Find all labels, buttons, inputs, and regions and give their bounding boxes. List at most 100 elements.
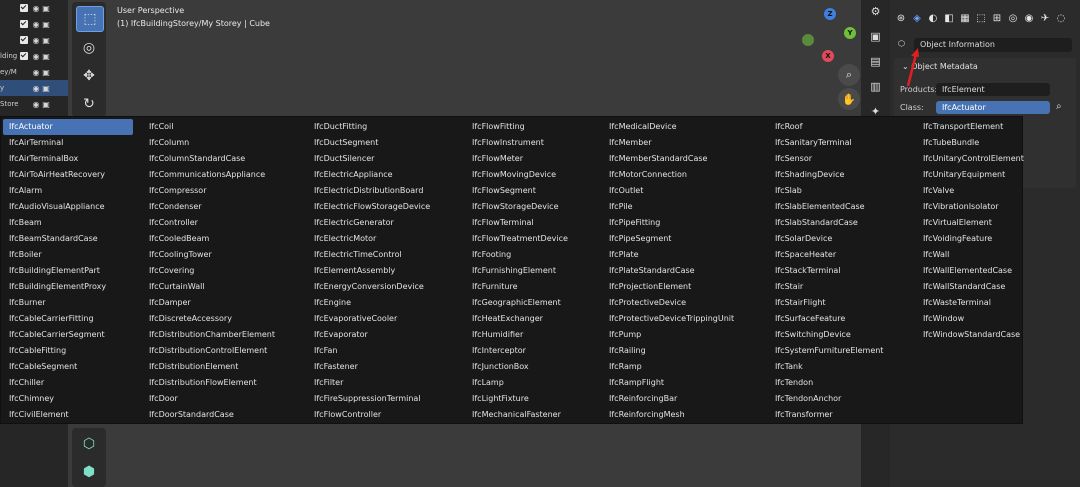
dropdown-option[interactable]: IfcChiller (3, 375, 133, 391)
dropdown-option[interactable]: IfcPipeFitting (603, 215, 734, 231)
dropdown-option[interactable]: IfcHumidifier (466, 327, 568, 343)
exclude-checkbox[interactable] (20, 52, 28, 60)
dropdown-option[interactable]: IfcLightFixture (466, 391, 568, 407)
camera-icon[interactable]: ▣ (41, 52, 51, 61)
exclude-checkbox[interactable] (20, 20, 28, 28)
dropdown-option[interactable]: IfcCommunicationsAppliance (143, 167, 275, 183)
output-icon[interactable]: ▤ (866, 55, 886, 75)
dropdown-option[interactable]: IfcAlarm (3, 183, 133, 199)
dropdown-option[interactable]: IfcColumn (143, 135, 275, 151)
dropdown-option[interactable]: IfcAudioVisualAppliance (3, 199, 133, 215)
exclude-checkbox[interactable] (20, 36, 28, 44)
dropdown-option[interactable]: IfcFooting (466, 247, 568, 263)
dropdown-option[interactable]: IfcSlabElementedCase (769, 199, 883, 215)
dropdown-option[interactable]: IfcSlabStandardCase (769, 215, 883, 231)
dropdown-option[interactable]: IfcPlateStandardCase (603, 263, 734, 279)
dropdown-option[interactable]: IfcJunctionBox (466, 359, 568, 375)
select-box-tool[interactable]: ⬚ (76, 6, 104, 32)
dropdown-option[interactable]: IfcDuctSilencer (308, 151, 430, 167)
dropdown-option[interactable]: IfcFlowFitting (466, 119, 568, 135)
dropdown-option[interactable]: IfcHeatExchanger (466, 311, 568, 327)
eye-icon[interactable]: ◉ (31, 52, 41, 61)
dropdown-option[interactable]: IfcRailing (603, 343, 734, 359)
dropdown-option[interactable]: IfcSpaceHeater (769, 247, 883, 263)
dropdown-option[interactable]: IfcSwitchingDevice (769, 327, 883, 343)
rotate-tool[interactable]: ↻ (76, 92, 102, 116)
outliner-row[interactable]: y ◉ ▣ (0, 80, 68, 96)
gizmo-neg-y-axis[interactable] (802, 34, 814, 46)
eye-icon[interactable]: ◉ (31, 100, 41, 109)
dropdown-option[interactable]: IfcCurtainWall (143, 279, 275, 295)
class-dropdown[interactable]: IfcActuator (936, 101, 1050, 114)
ifc-cube-icon[interactable]: ⬡ (76, 432, 102, 456)
camera-icon[interactable]: ▣ (41, 84, 51, 93)
dropdown-option[interactable]: IfcFurnishingElement (466, 263, 568, 279)
dropdown-option[interactable]: IfcWallStandardCase (917, 279, 1024, 295)
dropdown-option[interactable]: IfcDamper (143, 295, 275, 311)
dropdown-option[interactable]: IfcFireSuppressionTerminal (308, 391, 430, 407)
dropdown-option[interactable]: IfcFastener (308, 359, 430, 375)
dropdown-option[interactable]: IfcBeam (3, 215, 133, 231)
camera-icon[interactable]: ▣ (41, 4, 51, 13)
gizmo-z-axis[interactable]: Z (824, 8, 836, 20)
dropdown-option[interactable]: IfcTubeBundle (917, 135, 1024, 151)
outliner-row[interactable]: lding ◉ ▣ (0, 48, 68, 64)
dropdown-option[interactable]: IfcFilter (308, 375, 430, 391)
dropdown-option[interactable]: IfcFlowMovingDevice (466, 167, 568, 183)
view-layer-icon[interactable]: ▥ (866, 80, 886, 100)
dropdown-option[interactable]: IfcBoiler (3, 247, 133, 263)
dropdown-option[interactable]: IfcChimney (3, 391, 133, 407)
material-tab-icon[interactable]: ◐ (926, 11, 940, 25)
exclude-checkbox[interactable] (20, 4, 28, 12)
ifc-mesh-icon[interactable]: ⬢ (76, 460, 102, 484)
outliner-row[interactable]: ◉ ▣ (0, 0, 68, 16)
dropdown-option[interactable]: IfcFlowController (308, 407, 430, 423)
dropdown-option[interactable]: IfcPipeSegment (603, 231, 734, 247)
geometry-tab-icon[interactable]: ◧ (942, 11, 956, 25)
outliner-row[interactable]: ey/M ◉ ▣ (0, 64, 68, 80)
dropdown-option[interactable]: IfcActuator (3, 119, 133, 135)
dropdown-option[interactable]: IfcDuctSegment (308, 135, 430, 151)
dropdown-option[interactable]: IfcFlowInstrument (466, 135, 568, 151)
scene-tab-icon[interactable]: ⊛ (894, 11, 908, 25)
eye-icon[interactable]: ◉ (31, 84, 41, 93)
dropdown-option[interactable]: IfcBuildingElementPart (3, 263, 133, 279)
zoom-icon[interactable]: ⌕ (838, 64, 860, 86)
eye-icon[interactable]: ◉ (31, 68, 41, 77)
dropdown-option[interactable]: IfcVirtualElement (917, 215, 1024, 231)
panel-header[interactable]: ⌄ Object Metadata (894, 58, 1076, 76)
dropdown-option[interactable]: IfcDistributionControlElement (143, 343, 275, 359)
dropdown-option[interactable]: IfcCableCarrierSegment (3, 327, 133, 343)
dropdown-option[interactable]: IfcCoolingTower (143, 247, 275, 263)
camera-icon[interactable]: ▣ (41, 100, 51, 109)
dropdown-option[interactable]: IfcCableSegment (3, 359, 133, 375)
dropdown-option[interactable]: IfcDistributionFlowElement (143, 375, 275, 391)
dropdown-option[interactable]: IfcTransformer (769, 407, 883, 423)
dropdown-option[interactable]: IfcColumnStandardCase (143, 151, 275, 167)
dropdown-option[interactable]: IfcAirTerminalBox (3, 151, 133, 167)
dropdown-option[interactable]: IfcMechanicalFastener (466, 407, 568, 423)
dropdown-option[interactable]: IfcPile (603, 199, 734, 215)
dropdown-option[interactable]: IfcSensor (769, 151, 883, 167)
dropdown-option[interactable]: IfcReinforcingBar (603, 391, 734, 407)
dropdown-option[interactable]: IfcMemberStandardCase (603, 151, 734, 167)
modifiers-tab-icon[interactable]: ⊞ (990, 11, 1004, 25)
dropdown-option[interactable]: IfcVoidingFeature (917, 231, 1024, 247)
dropdown-option[interactable]: IfcSystemFurnitureElement (769, 343, 883, 359)
dropdown-option[interactable]: IfcWasteTerminal (917, 295, 1024, 311)
dropdown-option[interactable]: IfcLamp (466, 375, 568, 391)
dropdown-option[interactable]: IfcController (143, 215, 275, 231)
dropdown-option[interactable]: IfcDuctFitting (308, 119, 430, 135)
eye-icon[interactable]: ◉ (31, 36, 41, 45)
eye-icon[interactable]: ◉ (31, 20, 41, 29)
dropdown-option[interactable]: IfcUnitaryControlElement (917, 151, 1024, 167)
dropdown-option[interactable]: IfcDoor (143, 391, 275, 407)
dropdown-option[interactable]: IfcElectricGenerator (308, 215, 430, 231)
dropdown-option[interactable]: IfcMotorConnection (603, 167, 734, 183)
move-tool[interactable]: ✥ (76, 64, 102, 88)
dropdown-option[interactable]: IfcStairFlight (769, 295, 883, 311)
dropdown-option[interactable]: IfcEngine (308, 295, 430, 311)
dropdown-option[interactable]: IfcFlowSegment (466, 183, 568, 199)
dropdown-option[interactable]: IfcSanitaryTerminal (769, 135, 883, 151)
render-icon[interactable]: ▣ (866, 30, 886, 50)
